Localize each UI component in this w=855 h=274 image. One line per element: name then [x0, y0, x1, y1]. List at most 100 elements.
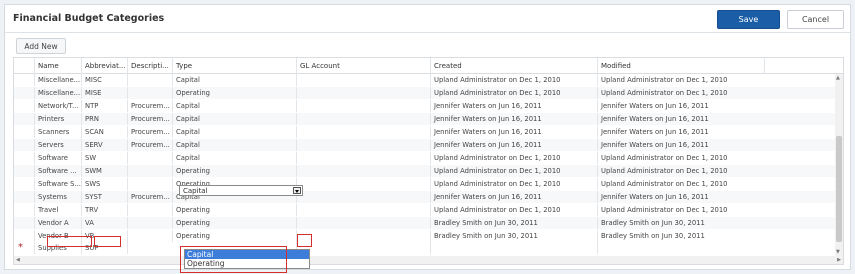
cell-gl-account[interactable] [296, 204, 430, 216]
cell-description[interactable] [127, 217, 172, 229]
table-row[interactable]: Miscellane... MISC Capital Upland Administr… [14, 74, 843, 86]
scroll-down-icon[interactable]: ▼ [836, 249, 840, 255]
cell-description[interactable] [127, 87, 172, 99]
cell-name[interactable]: Miscellane... [34, 74, 81, 86]
cell-gl-account[interactable] [296, 126, 430, 138]
table-row[interactable]: Scanners SCAN Procurem... Capital Jennifer W… [14, 126, 843, 138]
cell-gl-account[interactable] [296, 100, 430, 112]
cell-abbreviation[interactable]: SERV [81, 139, 127, 151]
cell-created[interactable]: Upland Administrator on Dec 1, 2010 [430, 87, 597, 99]
cell-gl-account[interactable] [296, 217, 430, 229]
cell-gl-account[interactable] [296, 165, 430, 177]
cell-abbreviation[interactable]: SWM [81, 165, 127, 177]
cell-created[interactable]: Bradley Smith on Jun 30, 2011 [430, 230, 597, 242]
chevron-down-icon[interactable] [293, 187, 301, 194]
cell-type[interactable]: Capital [172, 152, 296, 164]
cell-description[interactable] [127, 230, 172, 242]
cell-modified[interactable]: Upland Administrator on Dec 1, 2010 [597, 165, 764, 177]
cell-type[interactable]: Capital [172, 113, 296, 125]
cell-gl-account[interactable] [296, 178, 430, 190]
cell-name[interactable]: Servers [34, 139, 81, 151]
cell-description[interactable] [127, 74, 172, 86]
cell-gl-account[interactable] [296, 113, 430, 125]
cell-modified[interactable]: Upland Administrator on Dec 1, 2010 [597, 87, 764, 99]
cell-abbreviation[interactable]: SYST [81, 191, 127, 203]
cell-modified[interactable]: Upland Administrator on Dec 1, 2010 [597, 74, 764, 86]
cell-modified[interactable]: Jennifer Waters on Jun 16, 2011 [597, 126, 764, 138]
cell-created[interactable]: Jennifer Waters on Jun 16, 2011 [430, 100, 597, 112]
cell-created[interactable]: Jennifer Waters on Jun 16, 2011 [430, 191, 597, 203]
column-header-name[interactable]: Name [34, 58, 81, 74]
cell-gl-account[interactable] [296, 230, 430, 242]
cell-abbreviation[interactable]: SWS [81, 178, 127, 190]
cell-name[interactable]: Travel [34, 204, 81, 216]
table-row[interactable]: Servers SERV Procurem... Capital Jennifer Wa… [14, 139, 843, 151]
cell-abbreviation[interactable]: TRV [81, 204, 127, 216]
cell-gl-account[interactable] [296, 191, 430, 203]
cell-abbreviation[interactable]: VA [81, 217, 127, 229]
table-row[interactable]: Systems SYST Procurem... Capital Jennifer Wa… [14, 191, 843, 203]
cell-description[interactable] [127, 165, 172, 177]
cell-abbreviation[interactable]: SW [81, 152, 127, 164]
scroll-right-icon[interactable]: ▶ [837, 257, 841, 263]
cell-description[interactable] [127, 152, 172, 164]
cell-name[interactable]: Software ... [34, 165, 81, 177]
column-header-type[interactable]: Type [172, 58, 296, 74]
cell-description[interactable]: Procurem... [127, 139, 172, 151]
cell-created[interactable]: Jennifer Waters on Jun 16, 2011 [430, 126, 597, 138]
save-button[interactable]: Save [717, 10, 780, 29]
cell-modified[interactable]: Jennifer Waters on Jun 16, 2011 [597, 113, 764, 125]
cell-abbreviation[interactable]: MISC [81, 74, 127, 86]
table-row[interactable]: Travel TRV Operating Upland Administrator o… [14, 204, 843, 216]
table-row[interactable]: Software SW Capital Upland Administrator on… [14, 152, 843, 164]
vertical-scroll-thumb[interactable] [836, 136, 842, 242]
cell-created[interactable]: Upland Administrator on Dec 1, 2010 [430, 152, 597, 164]
cell-modified[interactable]: Jennifer Waters on Jun 16, 2011 [597, 100, 764, 112]
cell-name[interactable]: Network/T... [34, 100, 81, 112]
cell-abbreviation[interactable]: SCAN [81, 126, 127, 138]
cell-description[interactable]: Procurem... [127, 113, 172, 125]
cell-gl-account[interactable] [296, 87, 430, 99]
cell-name[interactable]: Systems [34, 191, 81, 203]
add-new-button[interactable]: Add New [16, 38, 66, 54]
scroll-up-icon[interactable]: ▲ [836, 75, 840, 81]
cell-type[interactable]: Capital [172, 74, 296, 86]
cell-abbreviation[interactable]: MISE [81, 87, 127, 99]
cell-created[interactable]: Jennifer Waters on Jun 16, 2011 [430, 139, 597, 151]
cell-name[interactable]: Vendor A [34, 217, 81, 229]
new-row-desc-cell[interactable] [127, 242, 172, 254]
cell-gl-account[interactable] [296, 139, 430, 151]
cell-type[interactable]: Operating [172, 87, 296, 99]
cell-abbreviation[interactable]: NTP [81, 100, 127, 112]
cell-type[interactable]: Operating [172, 217, 296, 229]
cell-modified[interactable]: Bradley Smith on Jun 30, 2011 [597, 230, 764, 242]
type-select[interactable]: Capital [179, 185, 303, 196]
vertical-scrollbar[interactable]: ▲ ▼ [835, 74, 843, 256]
cell-modified[interactable]: Jennifer Waters on Jun 16, 2011 [597, 139, 764, 151]
table-row[interactable]: Printers PRN Procurem... Capital Jennifer Wa… [14, 113, 843, 125]
cell-created[interactable]: Upland Administrator on Dec 1, 2010 [430, 178, 597, 190]
cell-type[interactable]: Operating [172, 230, 296, 242]
horizontal-scrollbar[interactable]: ◀ ▶ [14, 256, 843, 264]
cell-name[interactable]: Printers [34, 113, 81, 125]
cell-name[interactable]: Software [34, 152, 81, 164]
table-row[interactable]: Miscellane... MISE Operating Upland Adminis… [14, 87, 843, 99]
cell-created[interactable]: Upland Administrator on Dec 1, 2010 [430, 74, 597, 86]
cell-modified[interactable]: Upland Administrator on Dec 1, 2010 [597, 152, 764, 164]
table-row[interactable]: Network/T... NTP Procurem... Capital Jennife… [14, 100, 843, 112]
cell-created[interactable]: Upland Administrator on Dec 1, 2010 [430, 165, 597, 177]
cell-modified[interactable]: Bradley Smith on Jun 30, 2011 [597, 217, 764, 229]
cell-type[interactable]: Capital [172, 126, 296, 138]
cell-type[interactable]: Operating [172, 165, 296, 177]
table-row[interactable]: Software S... SWS Operating Upland Administ… [14, 178, 843, 190]
cell-type[interactable]: Capital [172, 139, 296, 151]
cancel-button[interactable]: Cancel [787, 10, 844, 29]
cell-created[interactable]: Bradley Smith on Jun 30, 2011 [430, 217, 597, 229]
cell-created[interactable]: Upland Administrator on Dec 1, 2010 [430, 204, 597, 216]
cell-created[interactable]: Jennifer Waters on Jun 16, 2011 [430, 113, 597, 125]
cell-name[interactable]: Software S... [34, 178, 81, 190]
new-row-gl-cell[interactable] [296, 242, 430, 254]
cell-modified[interactable]: Upland Administrator on Dec 1, 2010 [597, 204, 764, 216]
table-row[interactable]: Software ... SWM Operating Upland Administr… [14, 165, 843, 177]
table-row[interactable]: Vendor B VB Operating Bradley Smith on Jun … [14, 230, 843, 242]
